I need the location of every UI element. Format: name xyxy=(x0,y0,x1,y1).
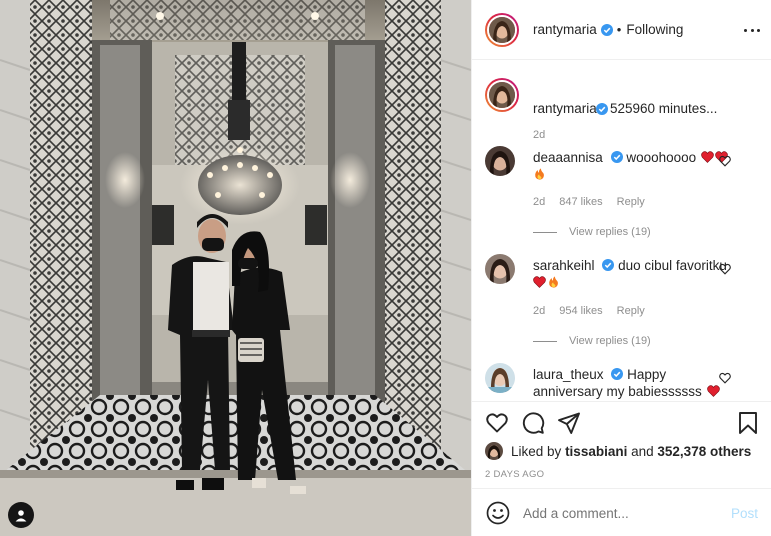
comment-meta: 2d 954 likes Reply xyxy=(533,305,645,317)
following-button[interactable]: Following xyxy=(626,22,683,37)
comment-body: laura_theux Happy anniversary my babiess… xyxy=(533,366,733,400)
action-bar xyxy=(485,411,760,435)
more-options-icon xyxy=(744,28,747,32)
comment-body: deaaannisa wooohoooo xyxy=(533,149,733,183)
view-replies-label: View replies (19) xyxy=(569,335,651,347)
add-comment-form: Post xyxy=(472,488,771,536)
bookmark-icon[interactable] xyxy=(736,411,760,435)
reply-button[interactable]: Reply xyxy=(617,196,645,208)
commenter-avatar[interactable] xyxy=(485,254,515,284)
commenter-avatar[interactable] xyxy=(485,146,515,176)
comment-likes[interactable]: 954 likes xyxy=(559,305,602,317)
liker-username[interactable]: tissabiani xyxy=(565,444,627,459)
caption-text: 525960 minutes... xyxy=(610,101,718,116)
post-photo[interactable] xyxy=(0,0,471,536)
red-heart-emoji xyxy=(533,276,546,288)
comment-body: sarahkeihl duo cibul favoritku xyxy=(533,257,733,291)
comment-username[interactable]: laura_theux xyxy=(533,367,604,382)
heart-icon[interactable] xyxy=(719,263,731,275)
liked-by-prefix: Liked by xyxy=(511,443,562,459)
comment-username[interactable]: deaaannisa xyxy=(533,150,603,165)
comment-time[interactable]: 2d xyxy=(533,305,545,317)
comment-text: wooohoooo xyxy=(626,150,697,165)
commenter-avatar-image xyxy=(485,254,515,284)
post-comment-button[interactable]: Post xyxy=(731,506,758,521)
post-actions: Liked by tissabiani and 352,378 others 2… xyxy=(472,401,771,536)
likes-count[interactable]: 352,378 others xyxy=(657,444,751,459)
caption-avatar-image xyxy=(489,82,515,108)
comment-likes[interactable]: 847 likes xyxy=(559,196,602,208)
comments-list[interactable]: rantymaria 525960 minutes... 2d deaaanni… xyxy=(472,61,771,400)
post-side-panel: rantymaria • Following rantymaria 525960… xyxy=(471,0,771,536)
comment-meta: 2d 847 likes Reply xyxy=(533,196,645,208)
share-icon[interactable] xyxy=(557,411,581,435)
red-heart-emoji xyxy=(701,151,714,163)
commenter-avatar[interactable] xyxy=(485,363,515,393)
emoji-icon[interactable] xyxy=(486,501,510,525)
liked-by-conjunction: and xyxy=(631,443,654,459)
author-username[interactable]: rantymaria xyxy=(533,22,597,37)
commenter-avatar-image xyxy=(485,363,515,393)
comment-text: duo cibul favoritku xyxy=(618,258,727,273)
heart-icon[interactable] xyxy=(719,372,731,384)
view-replies-button[interactable]: View replies (19) xyxy=(533,335,651,347)
caption-author-avatar[interactable] xyxy=(485,78,519,112)
likes-summary: Liked by tissabiani and 352,378 others xyxy=(485,442,751,460)
user-tag-icon xyxy=(15,509,27,521)
verified-icon xyxy=(611,368,624,380)
comment-username[interactable]: sarahkeihl xyxy=(533,258,595,273)
comment-input[interactable] xyxy=(523,505,731,521)
fire-emoji xyxy=(535,168,544,180)
liker-avatar-image xyxy=(485,442,503,460)
view-replies-button[interactable]: View replies (19) xyxy=(533,226,651,238)
view-replies-label: View replies (19) xyxy=(569,226,651,238)
verified-icon xyxy=(610,151,623,163)
caption-username[interactable]: rantymaria xyxy=(533,101,597,116)
post-header: rantymaria • Following xyxy=(472,0,771,60)
commenter-avatar-image xyxy=(485,146,515,176)
red-heart-emoji xyxy=(706,385,720,397)
comment-time[interactable]: 2d xyxy=(533,196,545,208)
header-separator: • xyxy=(616,22,622,37)
post-image xyxy=(0,0,471,536)
verified-icon xyxy=(602,259,615,271)
more-options-button[interactable] xyxy=(744,22,760,38)
post-timestamp[interactable]: 2 DAYS AGO xyxy=(485,469,544,480)
heart-icon[interactable] xyxy=(719,155,731,167)
author-avatar-image xyxy=(489,16,515,43)
reply-button[interactable]: Reply xyxy=(617,305,645,317)
caption-time[interactable]: 2d xyxy=(533,129,545,141)
heart-icon[interactable] xyxy=(485,411,509,435)
tagged-users-button[interactable] xyxy=(8,502,34,528)
verified-icon xyxy=(596,103,608,115)
verified-icon xyxy=(600,23,613,36)
comment-icon[interactable] xyxy=(521,411,545,435)
liker-avatar[interactable] xyxy=(485,442,503,460)
author-avatar[interactable] xyxy=(485,12,519,47)
fire-emoji xyxy=(549,276,558,288)
